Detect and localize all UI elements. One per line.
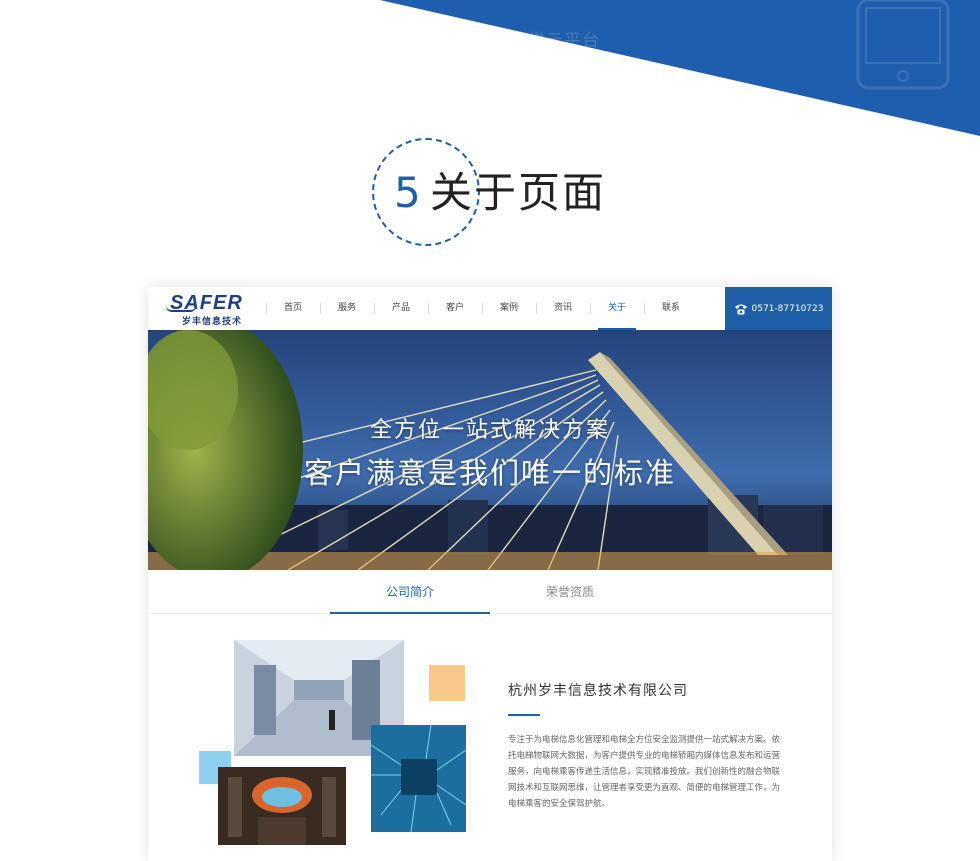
circuit-board-photo bbox=[371, 725, 466, 832]
nav-item-contact[interactable]: 联系 bbox=[644, 287, 698, 330]
banner-slogan: 客户满意是我们唯一的标准 bbox=[303, 456, 676, 490]
top-diagonal-band bbox=[380, 0, 980, 136]
company-name: 杭州岁丰信息技术有限公司 bbox=[508, 683, 688, 699]
banner-subtitle: 全方位一站式解决方案 bbox=[369, 418, 610, 443]
phone-contact[interactable]: 0571-87710723 bbox=[725, 287, 832, 330]
section-heading: 5 关于页面 bbox=[372, 138, 632, 248]
image-collage bbox=[198, 637, 468, 852]
nav-item-products[interactable]: 产品 bbox=[374, 287, 428, 330]
site-logo[interactable]: SAFER 岁丰信息技术 bbox=[166, 292, 256, 327]
nav-item-cases[interactable]: 案例 bbox=[482, 287, 536, 330]
phone-number: 0571-87710723 bbox=[751, 303, 824, 314]
company-intro: 杭州岁丰信息技术有限公司 专注于为电梯信息化管理和电梯全方位安全监测提供一站式解… bbox=[508, 680, 788, 812]
heading-number: 5 bbox=[394, 168, 421, 217]
company-description: 专注于为电梯信息化管理和电梯全方位安全监测提供一站式解决方案。依托电梯物联网大数… bbox=[508, 735, 781, 809]
logo-subtitle: 岁丰信息技术 bbox=[182, 317, 243, 327]
nav-item-about[interactable]: 关于 bbox=[590, 287, 644, 330]
title-underline bbox=[508, 714, 540, 716]
heading-title: 关于页面 bbox=[430, 168, 607, 217]
nav-menu: 首页 服务 产品 客户 案例 资讯 关于 联系 bbox=[266, 287, 698, 330]
top-band-faded-text: 电梯云平台 bbox=[510, 31, 600, 51]
phone-icon bbox=[734, 304, 747, 314]
nav-item-home[interactable]: 首页 bbox=[266, 287, 320, 330]
nav-item-services[interactable]: 服务 bbox=[320, 287, 374, 330]
elevator-cab-photo bbox=[218, 767, 346, 845]
about-tabs: 公司简介 荣誉资质 bbox=[148, 570, 832, 614]
about-page-mockup: SAFER 岁丰信息技术 首页 服务 产品 客户 案例 资讯 关于 联系 057… bbox=[148, 287, 832, 861]
orange-accent-square bbox=[429, 665, 465, 701]
logo-wordmark: SAFER bbox=[170, 292, 243, 314]
nav-item-news[interactable]: 资讯 bbox=[536, 287, 590, 330]
tab-company-profile[interactable]: 公司简介 bbox=[330, 570, 490, 614]
tab-honors[interactable]: 荣誉资质 bbox=[490, 570, 650, 614]
hero-banner: 全方位一站式解决方案 客户满意是我们唯一的标准 bbox=[148, 330, 832, 570]
site-navbar: SAFER 岁丰信息技术 首页 服务 产品 客户 案例 资讯 关于 联系 057… bbox=[148, 287, 832, 330]
nav-item-clients[interactable]: 客户 bbox=[428, 287, 482, 330]
